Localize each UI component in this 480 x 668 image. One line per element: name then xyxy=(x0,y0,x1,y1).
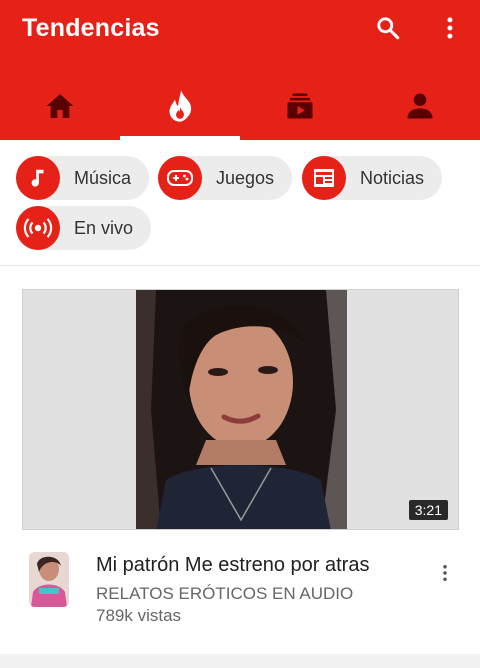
channel-avatar[interactable] xyxy=(29,552,69,607)
portrait-image xyxy=(136,290,347,529)
page-title: Tendencias xyxy=(22,14,160,42)
tab-home[interactable] xyxy=(0,72,120,140)
flame-icon xyxy=(169,90,192,122)
tab-bar xyxy=(0,72,480,140)
tab-subscriptions[interactable] xyxy=(240,72,360,140)
list-divider xyxy=(0,654,480,668)
view-count: 789k vistas xyxy=(96,606,182,625)
video-thumbnail[interactable]: 3:21 xyxy=(22,289,459,530)
home-icon xyxy=(46,94,74,118)
chip-icon-container xyxy=(158,156,202,200)
more-vert-icon xyxy=(443,565,447,581)
newspaper-icon xyxy=(314,169,334,187)
tab-account[interactable] xyxy=(360,72,480,140)
search-icon xyxy=(377,17,400,40)
subscriptions-icon xyxy=(287,93,313,119)
chip-icon-container xyxy=(16,206,60,250)
gamepad-icon xyxy=(167,170,193,186)
chip-label: Música xyxy=(74,167,132,188)
more-vert-icon xyxy=(447,17,453,39)
chip-icon-container xyxy=(16,156,60,200)
chip-noticias[interactable]: Noticias xyxy=(302,156,443,200)
tab-trending[interactable] xyxy=(120,72,240,140)
chip-musica[interactable]: Música xyxy=(16,156,150,200)
chip-label: Juegos xyxy=(216,167,275,188)
thumbnail-image xyxy=(136,290,347,529)
chip-juegos[interactable]: Juegos xyxy=(158,156,293,200)
video-meta: Mi patrón Me estreno por atras RELATOS E… xyxy=(0,540,480,650)
video-options-button[interactable] xyxy=(430,558,460,588)
chip-icon-container xyxy=(302,156,346,200)
search-button[interactable] xyxy=(368,8,408,48)
more-options-button[interactable] xyxy=(430,8,470,48)
category-chips: Música Juegos Noticias En vivo xyxy=(0,140,480,266)
video-duration: 3:21 xyxy=(408,500,448,520)
music-note-icon xyxy=(31,169,44,187)
video-title[interactable]: Mi patrón Me estreno por atras xyxy=(96,554,369,577)
channel-name[interactable]: RELATOS ERÓTICOS EN AUDIO xyxy=(96,584,353,604)
chip-label: Noticias xyxy=(360,167,425,188)
person-icon xyxy=(407,93,433,119)
avatar-image xyxy=(29,552,69,607)
chip-label: En vivo xyxy=(74,217,134,238)
app-bar: Tendencias xyxy=(0,0,480,140)
live-broadcast-icon xyxy=(23,218,53,238)
chip-en-vivo[interactable]: En vivo xyxy=(16,206,152,250)
